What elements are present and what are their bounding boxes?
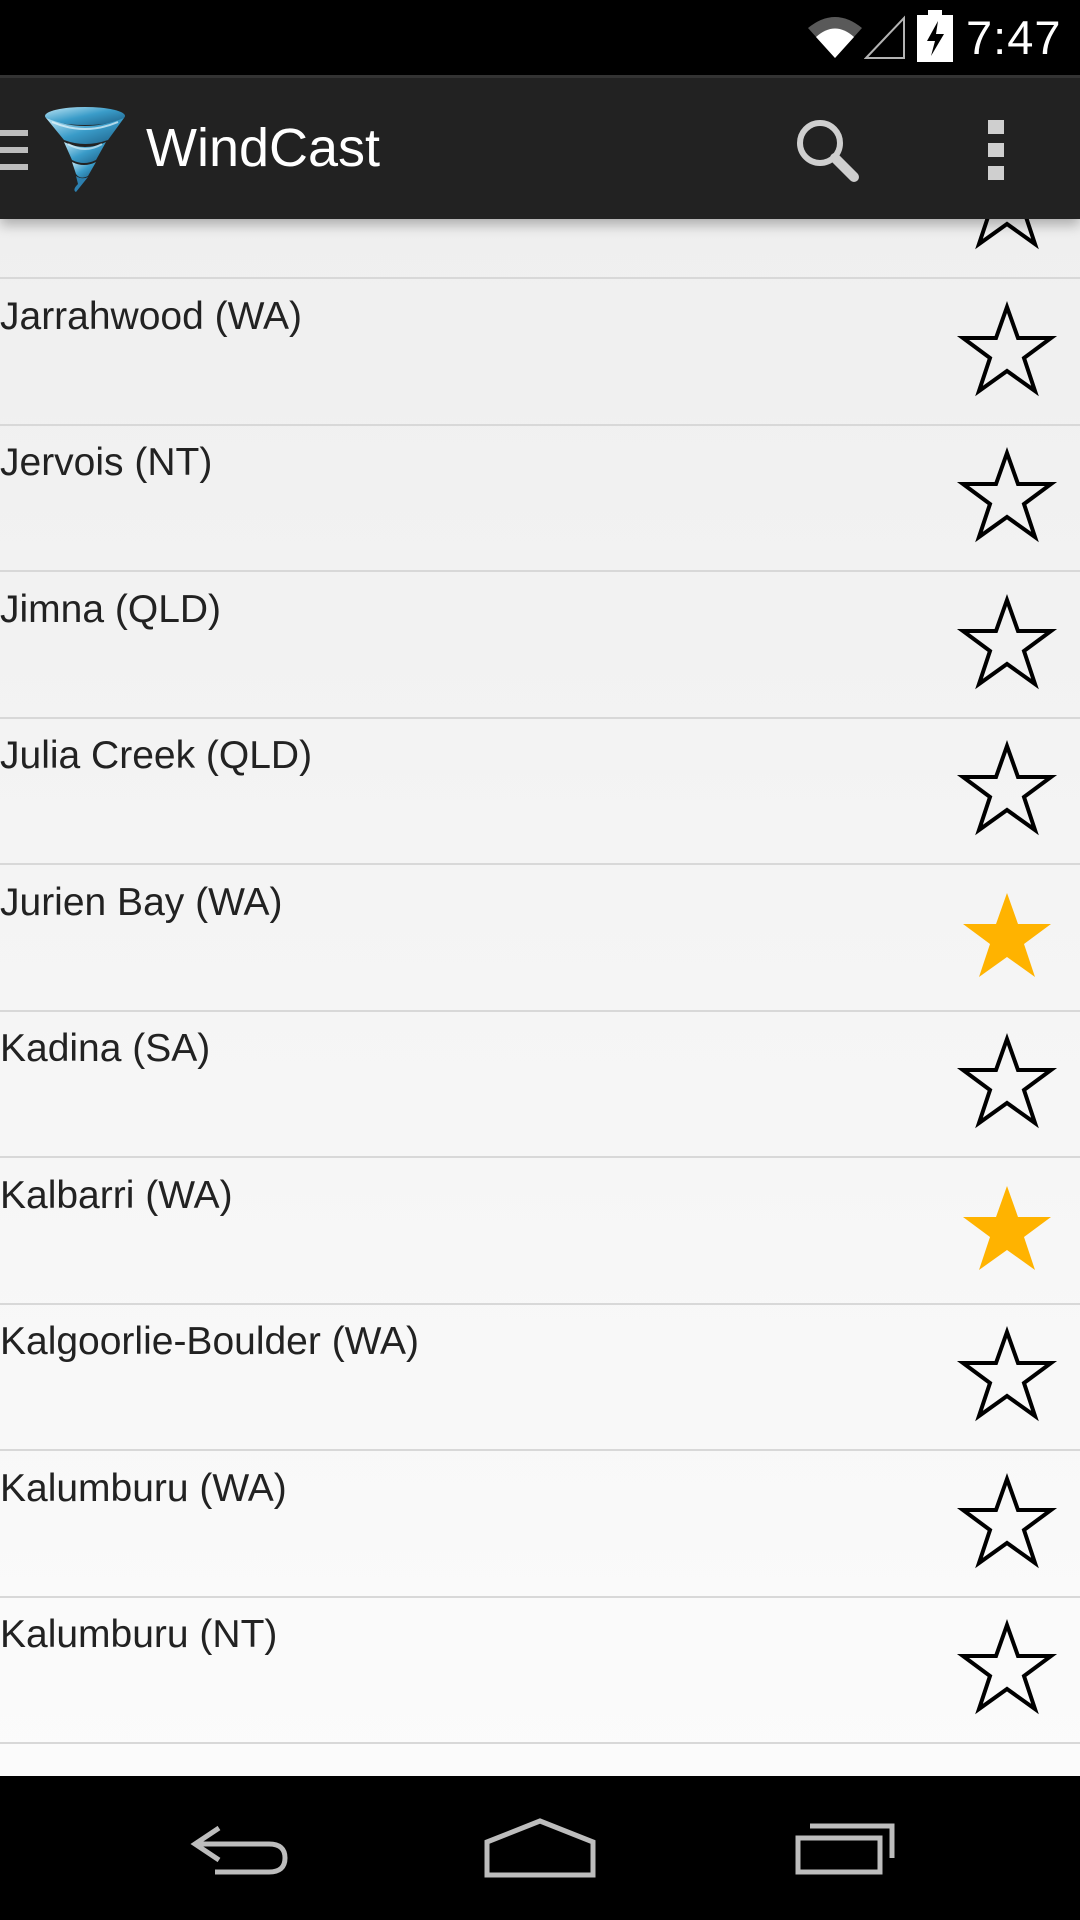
star-outline-icon[interactable] [955, 1471, 1059, 1575]
search-icon [797, 120, 859, 182]
list-item[interactable]: Julia Creek (QLD) [0, 718, 1080, 865]
overflow-menu-icon [988, 120, 1004, 180]
status-clock: 7:47 [966, 11, 1062, 64]
list-item[interactable]: Kalumburu (WA) [0, 1451, 1080, 1598]
list-item[interactable]: Jarrahwood (WA) [0, 279, 1080, 426]
action-bar: WindCast [0, 75, 1080, 219]
station-list[interactable]: Jarrahwood (WA) Jervois (NT) Jimna (QLD) Ju… [0, 219, 1080, 1776]
list-item-label: Jarrahwood (WA) [0, 294, 302, 338]
list-item[interactable]: Kalgoorlie-Boulder (WA) [0, 1304, 1080, 1451]
star-outline-icon[interactable] [955, 1324, 1059, 1428]
list-item-label: Jervois (NT) [0, 441, 213, 484]
cell-signal-icon [864, 15, 905, 59]
navigation-bar [0, 1776, 1080, 1920]
list-item-label: Kalumburu (WA) [0, 1466, 287, 1510]
list-item[interactable]: Jimna (QLD) [0, 572, 1080, 719]
status-bar: 7:47 [0, 0, 1080, 75]
home-icon [484, 1818, 596, 1878]
star-filled-icon[interactable] [955, 885, 1059, 989]
list-item[interactable] [0, 219, 1080, 279]
list-item[interactable]: Jervois (NT) [0, 425, 1080, 572]
list-item[interactable]: Kadina (SA) [0, 1011, 1080, 1158]
battery-charging-icon [917, 10, 953, 62]
recent-apps-button[interactable] [785, 1803, 905, 1893]
star-outline-icon[interactable] [955, 299, 1059, 403]
list-item-label: Jurien Bay (WA) [0, 880, 283, 924]
list-item-label: Julia Creek (QLD) [0, 734, 313, 777]
overflow-menu-button[interactable] [966, 108, 1026, 192]
recent-apps-icon [795, 1823, 895, 1875]
list-item-label: Kalgoorlie-Boulder (WA) [0, 1320, 420, 1363]
wifi-icon [808, 17, 862, 58]
list-item[interactable]: Kalbarri (WA) [0, 1158, 1080, 1305]
star-outline-icon[interactable] [955, 445, 1059, 549]
list-item[interactable]: Jurien Bay (WA) [0, 865, 1080, 1012]
list-item-label: Jimna (QLD) [0, 587, 222, 631]
app-title: WindCast [146, 118, 381, 178]
star-outline-icon[interactable] [955, 592, 1059, 696]
list-item-label: Kalumburu (NT) [0, 1613, 278, 1656]
star-filled-icon[interactable] [955, 1178, 1059, 1282]
list-item[interactable]: Kalumburu (NT) [0, 1597, 1080, 1744]
back-button[interactable] [180, 1803, 300, 1893]
list-item-label: Kadina (SA) [0, 1027, 211, 1070]
drawer-indicator-icon[interactable] [0, 130, 28, 170]
back-icon [190, 1825, 288, 1875]
star-outline-icon[interactable] [955, 219, 1059, 256]
list-item-label: Kalbarri (WA) [0, 1173, 233, 1217]
search-button[interactable] [782, 108, 872, 192]
star-outline-icon[interactable] [955, 738, 1059, 842]
star-outline-icon[interactable] [955, 1617, 1059, 1721]
tornado-icon[interactable] [42, 104, 128, 194]
star-outline-icon[interactable] [955, 1031, 1059, 1135]
home-button[interactable] [480, 1803, 600, 1893]
